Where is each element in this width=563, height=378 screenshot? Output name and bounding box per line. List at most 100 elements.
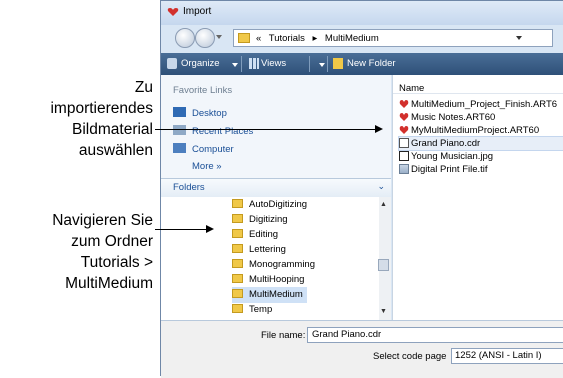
favorite-desktop[interactable]: Desktop [173,107,227,119]
favorite-links-header: Favorite Links [173,85,232,96]
callout-line: Zu [0,77,153,98]
dialog-title: Import [183,6,211,17]
callout-select-artwork: Zu importierendes Bildmaterial auswählen [0,77,153,161]
folder-tree: AutoDigitizing Digitizing Editing Letter… [161,197,379,320]
breadcrumb-tutorials[interactable]: Tutorials [269,33,305,44]
folder-autodigitizing[interactable]: AutoDigitizing [232,197,311,213]
folder-multimedium[interactable]: MultiMedium [232,287,307,303]
folder-icon [232,259,243,268]
callout-line: Tutorials > [0,252,153,273]
file-item[interactable]: Music Notes.ART60 [399,111,495,124]
jpg-file-icon [399,151,409,161]
folder-icon [232,229,243,238]
folder-label: Monogramming [249,259,315,270]
toolbar-separator [309,56,310,72]
import-dialog: Import « Tutorials ▸ MultiMedium ⟳ Organ… [160,0,563,376]
import-icon [167,7,179,17]
file-item[interactable]: Young Musician.jpg [399,150,493,163]
folder-lettering[interactable]: Lettering [232,242,290,258]
folder-monogramming[interactable]: Monogramming [232,257,319,273]
callout-line: Navigieren Sie [0,210,153,231]
cdr-file-icon [399,138,409,148]
scroll-down-icon[interactable]: ▼ [380,308,387,315]
breadcrumb-separator-icon[interactable]: ▸ [312,33,317,44]
folder-temp[interactable]: Temp [232,302,276,318]
folder-icon [232,199,243,208]
address-dropdown-icon[interactable] [516,36,522,40]
favorite-label: Computer [192,144,234,155]
callout-line: Bildmaterial [0,119,153,140]
folders-label: Folders [173,182,205,193]
toolbar-separator [241,56,242,72]
folder-label: MultiHooping [249,274,304,285]
file-item[interactable]: MyMultiMediumProject.ART60 [399,124,539,137]
file-name: MyMultiMediumProject.ART60 [411,125,539,136]
toolbar-separator [327,56,328,72]
new-folder-button[interactable]: New Folder [347,58,396,69]
computer-icon [173,143,186,153]
name-column-label: Name [399,83,424,94]
breadcrumb: « Tutorials ▸ MultiMedium [256,33,384,44]
file-name: Grand Piano.cdr [411,138,480,149]
chevron-down-icon[interactable]: ⌄ [377,181,385,192]
title-bar: Import [161,1,563,25]
file-item[interactable]: Digital Print File.tif [399,163,488,176]
leader-line-navigate-folder [155,229,207,230]
folder-icon [232,289,243,298]
file-name: Young Musician.jpg [411,151,493,162]
organize-icon [167,58,177,69]
file-item[interactable]: MultiMedium_Project_Finish.ART6 [399,98,557,111]
code-page-label: Select code page [373,351,446,362]
back-button[interactable] [175,28,195,48]
favorite-label: Recent Places [192,126,253,137]
file-name-input[interactable]: Grand Piano.cdr [307,327,563,343]
folder-editing[interactable]: Editing [232,227,282,243]
folder-digitizing[interactable]: Digitizing [232,212,292,228]
leader-line-select-artwork [155,129,376,130]
folder-multihooping[interactable]: MultiHooping [232,272,308,288]
callout-line: zum Ordner [0,231,153,252]
file-item-selected[interactable]: Grand Piano.cdr [399,137,563,150]
art-file-icon [399,112,409,122]
address-bar[interactable]: « Tutorials ▸ MultiMedium [233,29,553,47]
views-icon [249,58,259,69]
views-dropdown-icon[interactable] [319,63,325,67]
folder-label: Digitizing [249,214,288,225]
file-list-pane: Name MultiMedium_Project_Finish.ART6 Mus… [392,75,563,320]
desktop-icon [173,107,186,117]
views-button[interactable]: Views [261,58,286,69]
toolbar: Organize Views New Folder [161,53,563,75]
file-name: MultiMedium_Project_Finish.ART6 [411,99,557,110]
art-file-icon [399,125,409,135]
folder-label: AutoDigitizing [249,199,307,210]
dialog-footer: File name: Grand Piano.cdr Select code p… [161,320,563,378]
file-name: Music Notes.ART60 [411,112,495,123]
code-page-select[interactable]: 1252 (ANSI - Latin I) [451,348,563,364]
breadcrumb-overflow[interactable]: « [256,33,261,44]
scrollbar-thumb[interactable] [378,259,389,271]
folder-icon [232,304,243,313]
favorite-label: Desktop [192,108,227,119]
address-row: « Tutorials ▸ MultiMedium ⟳ [161,25,563,53]
more-favorites-link[interactable]: More » [192,161,222,172]
folder-icon [238,33,250,43]
forward-button[interactable] [195,28,215,48]
callout-line: MultiMedium [0,273,153,294]
callout-navigate-folder: Navigieren Sie zum Ordner Tutorials > Mu… [0,210,153,294]
file-name: Digital Print File.tif [411,164,488,175]
folder-label: Editing [249,229,278,240]
folders-header[interactable]: Folders ⌄ [161,178,391,197]
organize-dropdown-icon[interactable] [232,63,238,67]
navigation-pane: Favorite Links Desktop Recent Places Com… [161,75,391,320]
recent-pages-dropdown-icon[interactable] [216,35,222,39]
art-file-icon [399,99,409,109]
recent-places-icon [173,125,186,135]
favorite-computer[interactable]: Computer [173,143,234,155]
name-column-header[interactable]: Name [393,75,563,94]
breadcrumb-multimedium[interactable]: MultiMedium [325,33,379,44]
organize-button[interactable]: Organize [181,58,220,69]
folder-icon [232,274,243,283]
scroll-up-icon[interactable]: ▲ [380,201,387,208]
favorite-recent-places[interactable]: Recent Places [173,125,253,137]
file-name-label: File name: [261,330,305,341]
